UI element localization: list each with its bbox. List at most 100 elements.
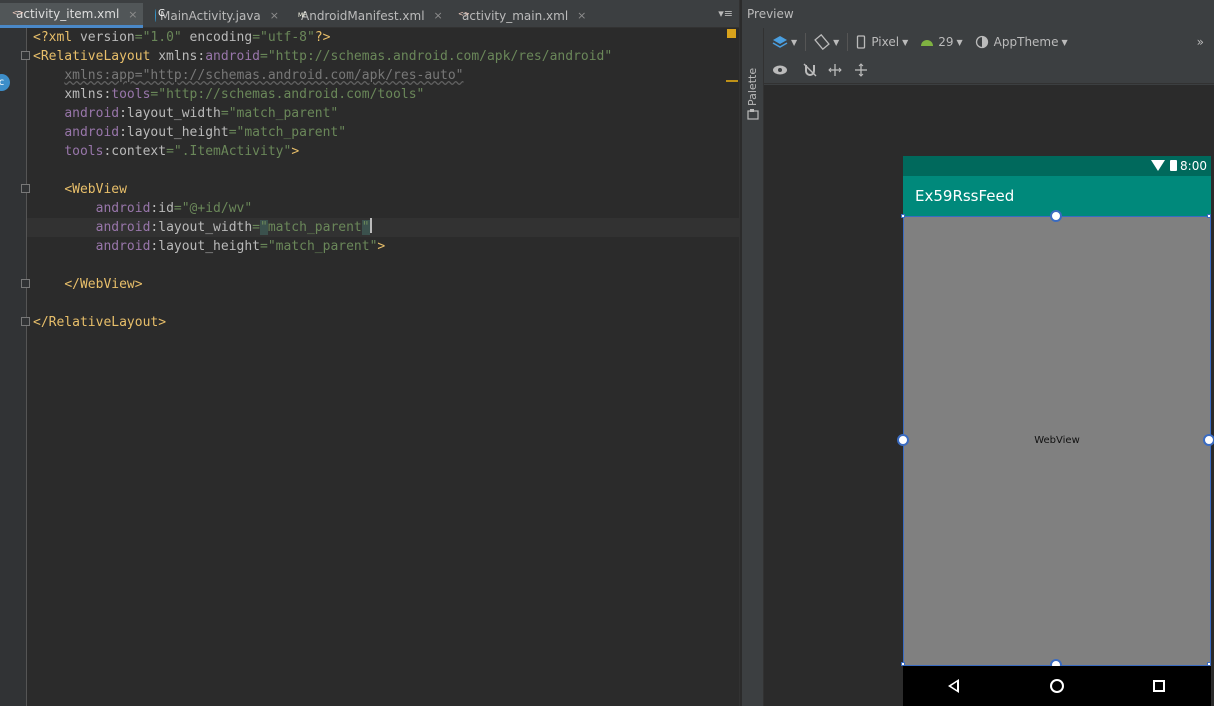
tab-label: MainActivity.java [160, 8, 261, 23]
palette-icon[interactable] [747, 108, 759, 120]
tab-activity-main-xml[interactable]: activity_main.xml × [446, 3, 590, 28]
wifi-icon [1151, 160, 1165, 171]
fold-marker[interactable] [21, 51, 30, 60]
code-editor[interactable]: activity_item.xml × MainActivity.java × … [0, 0, 739, 706]
phone-icon [857, 35, 866, 49]
left-constraint-handle[interactable] [897, 434, 909, 446]
tab-activity-item-xml[interactable]: activity_item.xml × [0, 3, 143, 28]
theme-icon [975, 35, 988, 49]
attr-name: :layout_height [119, 125, 229, 140]
code-line-1: <?xml version="1.0" encoding="utf-8"?> [33, 28, 612, 47]
battery-icon [1170, 160, 1177, 171]
chevron-down-icon: ▼ [902, 37, 909, 47]
attr-eq: = [134, 68, 143, 83]
text-caret [369, 218, 372, 233]
theme-selector[interactable]: AppTheme ▼ [975, 31, 1068, 53]
chevron-down-icon: ▼ [956, 37, 963, 47]
code-line-2: <RelativeLayout xmlns:android="http://sc… [33, 47, 612, 66]
default-margins-button[interactable] [828, 59, 842, 81]
design-surface-button[interactable]: ▼ [772, 31, 797, 53]
palette-strip: Palette [742, 28, 764, 706]
orientation-button[interactable]: ▼ [814, 31, 839, 53]
code-line-6: android:layout_height="match_parent" [33, 123, 612, 142]
attr-eq: = [252, 30, 261, 45]
tag-relative-layout-close: </RelativeLayout> [33, 315, 167, 330]
fold-marker[interactable] [21, 184, 30, 193]
home-icon [1050, 679, 1064, 693]
attr-eq: = [220, 106, 229, 121]
device-selector[interactable]: Pixel ▼ [856, 31, 908, 53]
quote-match-highlight: " [260, 220, 268, 235]
chevron-down-icon: ▼ [791, 37, 798, 47]
attr-encoding: encoding [181, 30, 253, 45]
top-constraint-handle[interactable] [1050, 210, 1062, 222]
attr-namespace: android [95, 201, 151, 216]
code-line-4: xmlns:tools="http://schemas.android.com/… [33, 85, 612, 104]
inspection-warning-icon[interactable] [727, 29, 736, 38]
vertical-margin-icon [855, 62, 867, 77]
tab-android-manifest-xml[interactable]: AndroidManifest.xml × [285, 3, 446, 28]
view-options-button[interactable] [772, 59, 788, 81]
editor-gutter: c [0, 28, 30, 706]
attr-value: match_parent [267, 220, 362, 235]
attr-value: "utf-8" [260, 30, 315, 45]
chevron-down-icon: ▼ [1061, 37, 1068, 47]
attr-value: "match_parent" [267, 239, 378, 254]
attr-value: "match_parent" [228, 106, 339, 121]
attr-version: version [79, 30, 135, 45]
close-icon[interactable]: × [434, 9, 443, 22]
double-chevron-right-icon: » [1196, 35, 1204, 49]
vertical-margins-button[interactable] [854, 59, 868, 81]
toolbar-separator [805, 33, 807, 51]
chevron-down-icon: ▼ [833, 37, 840, 47]
tab-overflow-glyph: ≡ [723, 7, 733, 20]
code-text[interactable]: <?xml version="1.0" encoding="utf-8"?> <… [33, 28, 612, 332]
palette-tab[interactable]: Palette [746, 64, 759, 106]
attr-value: "match_parent" [236, 125, 347, 140]
tab-list-menu-icon[interactable]: ▾≡ [718, 7, 733, 20]
device-navigation-bar [903, 666, 1211, 706]
code-line-14: </WebView> [33, 275, 612, 294]
code-line-11: android:layout_width="match_parent" [33, 218, 612, 237]
fold-marker[interactable] [21, 279, 30, 288]
attr-eq: = [134, 30, 143, 45]
close-icon[interactable]: × [270, 9, 279, 22]
code-line-10: android:id="@+id/wv" [33, 199, 612, 218]
autoconnect-toggle[interactable] [802, 59, 818, 81]
preview-toolbar: ▼ ▼ Pixel ▼ 29 ▼ AppTheme ▼ » [764, 28, 1214, 56]
tab-main-activity-java[interactable]: MainActivity.java × [143, 3, 285, 28]
java-class-icon [155, 8, 165, 22]
tag-close-bracket: > [291, 144, 300, 159]
attr-value: "http://schemas.android.com/tools" [158, 87, 425, 102]
resize-handle[interactable] [1207, 214, 1211, 218]
close-icon[interactable]: × [128, 8, 137, 21]
attr-value: ".ItemActivity" [173, 144, 292, 159]
code-line-9: <WebView [33, 180, 612, 199]
right-constraint-handle[interactable] [1203, 434, 1214, 446]
resize-handle[interactable] [901, 214, 905, 218]
more-actions-button[interactable]: » [1197, 31, 1204, 53]
tag-close-bracket: > [377, 239, 386, 254]
eye-icon [773, 65, 787, 74]
attr-name: :id [150, 201, 174, 216]
tab-label: activity_item.xml [16, 7, 120, 21]
magnet-off-icon [803, 63, 817, 76]
attr-namespace: tools [111, 87, 151, 102]
code-line-7: tools:context=".ItemActivity"> [33, 142, 612, 161]
fold-marker[interactable] [21, 317, 30, 326]
layers-icon [772, 36, 788, 48]
class-gutter-icon[interactable]: c [0, 74, 10, 91]
api-level: 29 [938, 35, 954, 49]
close-icon[interactable]: × [577, 9, 586, 22]
attr-name: :context [103, 144, 167, 159]
app-title: Ex59RssFeed [915, 187, 1015, 205]
webview-component[interactable]: WebView [903, 216, 1211, 666]
api-level-selector[interactable]: 29 ▼ [920, 31, 963, 53]
attr-name-unused: xmlns:app [64, 68, 135, 83]
scrollbar-warning-stripe[interactable] [726, 80, 738, 82]
code-line-12: android:layout_height="match_parent"> [33, 237, 612, 256]
xml-declaration-close: ?> [314, 30, 331, 45]
code-line-5: android:layout_width="match_parent" [33, 104, 612, 123]
